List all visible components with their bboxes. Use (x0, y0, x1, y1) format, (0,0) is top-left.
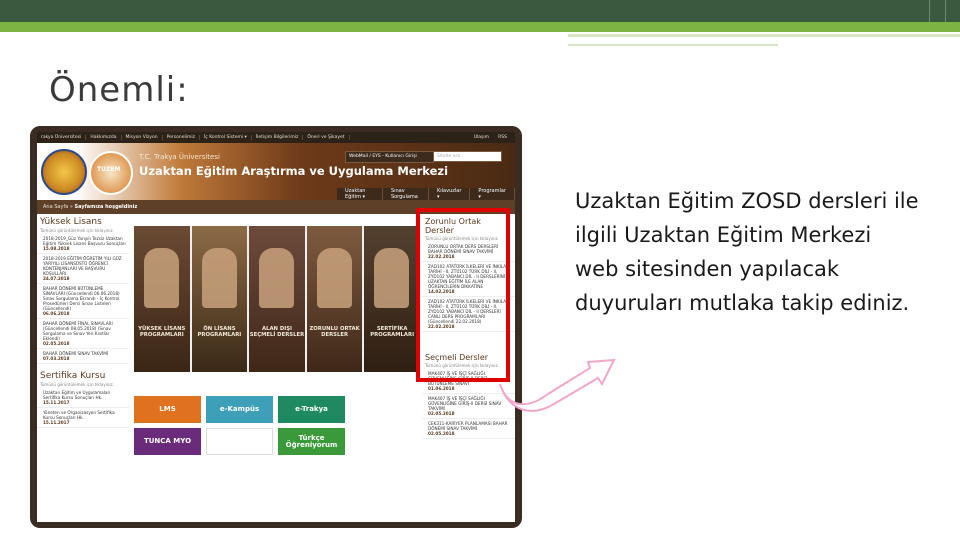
site-top-nav: rakya Üniversitesi Hakkımızda Misyon Viz… (37, 132, 515, 143)
news-item[interactable]: Yöneten ve Organizasyon Sertifika Kursu … (37, 408, 129, 428)
slide-title: Önemli: (49, 70, 189, 110)
search-input[interactable]: Sitede ara (433, 151, 502, 162)
university-logo[interactable] (41, 149, 87, 195)
tile-turkce[interactable]: Türkçe Öğreniyorum (278, 428, 345, 455)
slide-top-notch-line (945, 0, 946, 22)
slide-accent-bar (0, 22, 960, 32)
news-item[interactable]: BAHAR DÖNEMİ BÜTÜNLEME SINAVLARI (Güncel… (37, 284, 129, 319)
note-text: Uzaktan Eğitim ZOSD dersleri ile ilgili … (575, 189, 919, 315)
menu-uzaktan-egitim[interactable]: Uzaktan Eğitim ▾ (337, 188, 383, 200)
tile-lms[interactable]: LMS (134, 396, 201, 423)
student-photo (201, 248, 237, 308)
student-photo (259, 248, 295, 308)
news-item[interactable]: BAHAR DÖNEMİ SINAV TAKVİMİ 07.03.2018 (37, 349, 129, 364)
webmail-login-button[interactable]: WebMail / EYS - Kullanıcı Girişi (345, 151, 434, 163)
highlight-box (416, 208, 510, 382)
student-photo (316, 248, 352, 308)
callout-arrow-icon (499, 358, 616, 412)
center-name: Uzaktan Eğitim Araştırma ve Uygulama Mer… (139, 164, 449, 178)
banner-sertifika[interactable]: SERTİFİKA PROGRAMLARI (364, 226, 420, 372)
site-header: TUZEM T.C. Trakya Üniversitesi Uzaktan E… (37, 143, 515, 200)
tile-tunca-myo[interactable]: TUNCA MYO (134, 428, 201, 455)
banner-zorunlu-ortak[interactable]: ZORUNLU ORTAK DERSLER (306, 226, 363, 372)
panel-title-sertifika[interactable]: Sertifika Kursu (37, 368, 129, 381)
tile-etrakya[interactable]: e-Trakya (278, 396, 345, 423)
nav-item[interactable]: Personelimiz (163, 135, 200, 140)
graduate-photo (374, 248, 410, 308)
tuzem-logo[interactable]: TUZEM (89, 151, 133, 195)
nav-item[interactable]: rakya Üniversitesi (37, 135, 87, 140)
nav-item[interactable]: İç Kontrol Sistemi ▾ (200, 135, 252, 140)
menu-programlar[interactable]: Programlar ▾ (470, 188, 515, 200)
nav-item[interactable]: Misyon Vizyon (122, 135, 163, 140)
middle-column: YÜKSEK LİSANS PROGRAMLARI ÖN LİSANS PROG… (134, 226, 420, 455)
banner-on-lisans[interactable]: ÖN LİSANS PROGRAMLARI (191, 226, 248, 372)
slide-top-bar (0, 0, 960, 22)
university-name: T.C. Trakya Üniversitesi (139, 153, 220, 161)
menu-sinav-sorgulama[interactable]: Sınav Sorgulama (383, 188, 429, 200)
nav-item[interactable]: Öneri ve Şikayet (303, 135, 350, 140)
program-banner: YÜKSEK LİSANS PROGRAMLARI ÖN LİSANS PROG… (134, 226, 420, 372)
banner-yuksek-lisans[interactable]: YÜKSEK LİSANS PROGRAMLARI (134, 226, 190, 372)
news-item[interactable]: BAHAR DÖNEMİ FİNAL SINAVLARI (Güncellend… (37, 319, 129, 349)
menu-kilavuzlar[interactable]: Kılavuzlar ▾ (429, 188, 471, 200)
banner-alan-disi[interactable]: ALAN DIŞI SEÇMELİ DERSLER (249, 226, 305, 372)
quick-links: LMS e-Kampüs e-Trakya TUNCA MYO Türkçe Ö… (134, 396, 420, 455)
main-menu: Uzaktan Eğitim ▾ Sınav Sorgulama Kılavuz… (337, 188, 515, 200)
slide-accent-line-short (568, 44, 778, 46)
news-item[interactable]: 2018-2019_Güz Yarıyılı Tezsiz Uzaktan Eğ… (37, 234, 129, 254)
tile-ekampus[interactable]: e-Kampüs (206, 396, 273, 423)
news-item[interactable]: 2018-2019 EĞİTİM ÖĞRETİM YILI GÜZ YARIYI… (37, 254, 129, 284)
view-all-link[interactable]: Tümünü görüntülemek için tıklayınız. (37, 381, 129, 388)
welcome-text: Sayfamıza hoşgeldiniz (74, 204, 138, 210)
news-item[interactable]: CEK311-KARİYER PLANLAMASI BAHAR DÖNEMİ S… (422, 419, 515, 439)
view-all-link[interactable]: Tümünü görüntülemek için tıklayınız. (37, 227, 129, 234)
nav-item-rss[interactable]: RSS (494, 135, 511, 140)
slide-accent-line (568, 34, 960, 37)
tile-empty[interactable] (206, 428, 273, 455)
breadcrumb-home[interactable]: Ana Sayfa » (43, 204, 73, 210)
nav-item[interactable]: İletişim Bilgilerimiz (252, 135, 304, 140)
news-item[interactable]: Uzaktan Eğitim ve Uygulamaları Sertifika… (37, 388, 129, 408)
nav-item[interactable]: Hakkımızda (86, 135, 122, 140)
nav-item-ulasim[interactable]: Ulaşım (470, 135, 493, 140)
panel-title-yuksek-lisans[interactable]: Yüksek Lisans (37, 214, 129, 227)
graduate-photo (144, 248, 179, 308)
left-column: Yüksek Lisans Tümünü görüntülemek için t… (37, 214, 129, 522)
